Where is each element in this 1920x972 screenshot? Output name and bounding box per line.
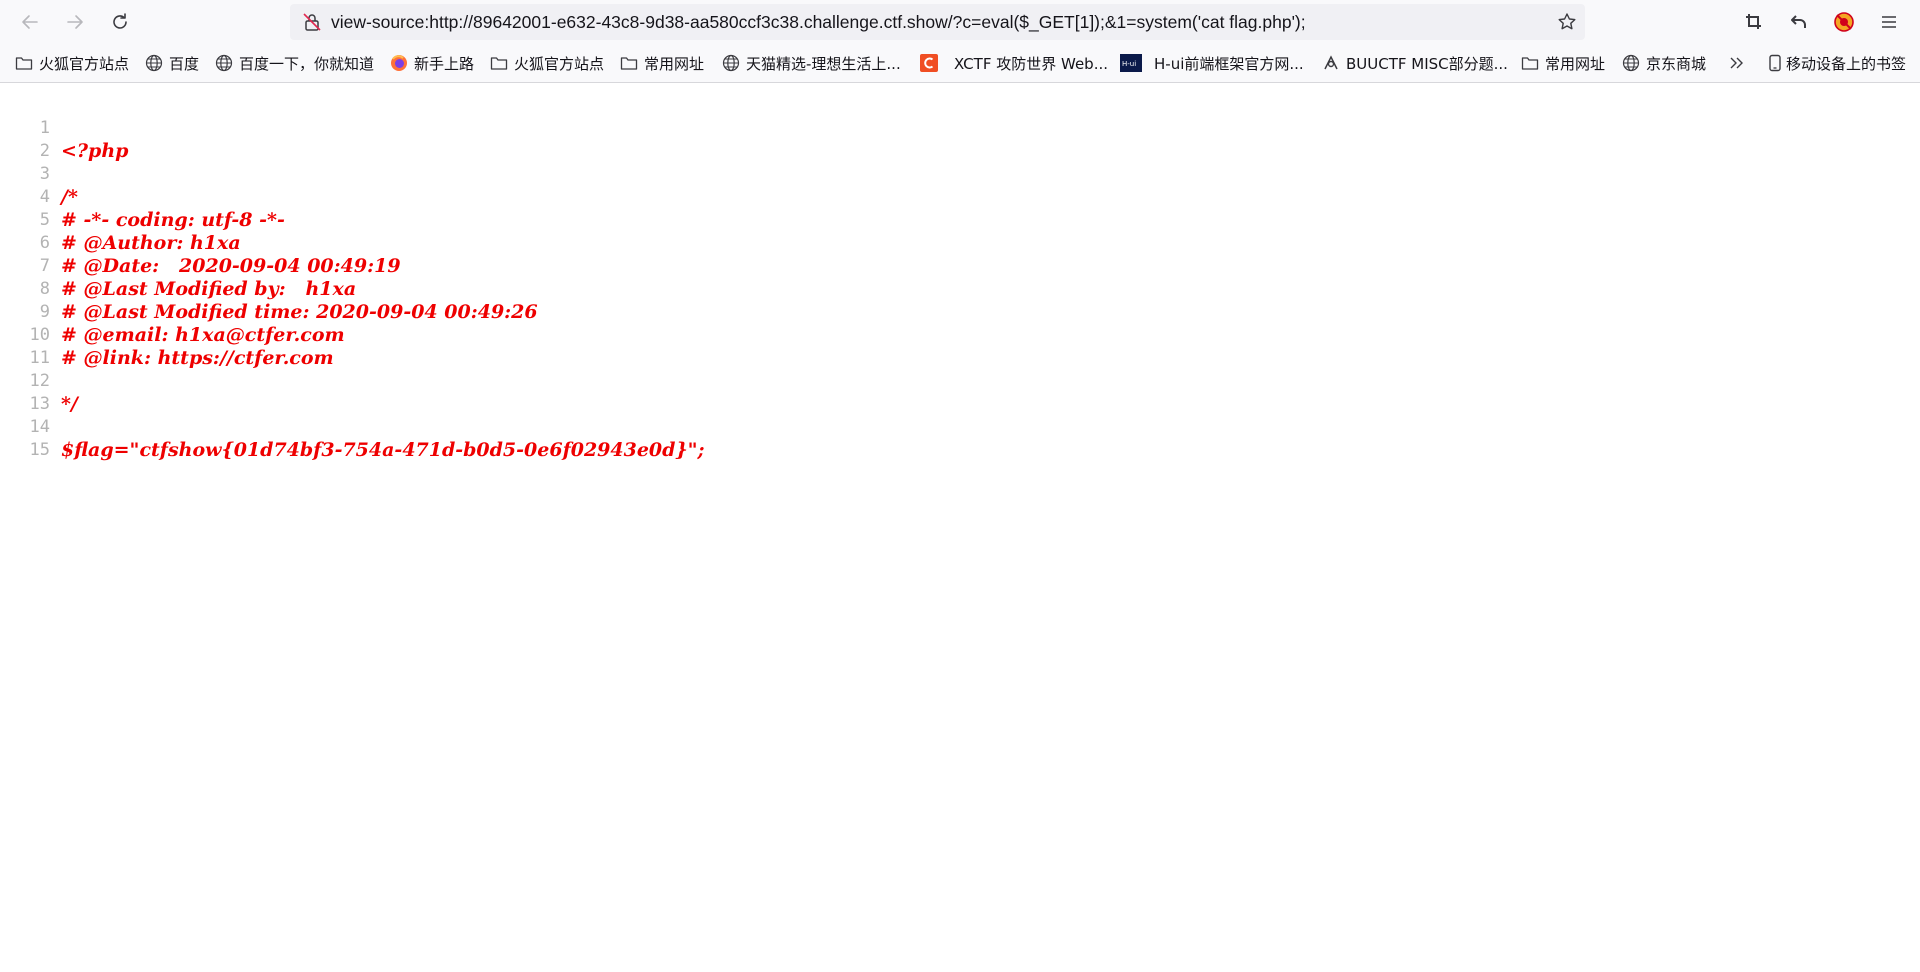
bookmark-item[interactable]: 火狐官方站点 xyxy=(490,44,604,82)
source-line: 10 # @link: https://ctfer.com xyxy=(0,301,334,369)
navigation-toolbar: view-source:http://89642001-e632-43c8-9d… xyxy=(0,0,1920,44)
source-line: 9 # @email: h1xa@ctfer.com xyxy=(0,278,345,346)
source-line: 15 xyxy=(0,416,50,460)
insecure-lock-icon[interactable] xyxy=(302,12,322,32)
bookmark-label: 京东商城 xyxy=(1646,54,1707,73)
bookmark-label: 常用网址 xyxy=(1545,54,1606,73)
undo-button[interactable] xyxy=(1787,10,1811,34)
globe-icon xyxy=(215,54,233,72)
bookmark-label: 火狐官方站点 xyxy=(514,54,605,73)
source-line: 14 $flag="ctfshow{01d74bf3-754a-471d-b0d… xyxy=(0,393,705,461)
folder-icon xyxy=(1521,57,1539,70)
arrow-left-icon xyxy=(22,15,38,29)
bookmarks-toolbar: 火狐官方站点 百度 百度一下，你就知道 新手上路 火狐官方站点 常用网址 天猫精… xyxy=(0,44,1920,83)
source-line: 5 # @Author: h1xa xyxy=(0,186,241,254)
extension-icon xyxy=(1834,12,1854,32)
svg-text:H-ui: H-ui xyxy=(1122,60,1136,68)
firefox-icon xyxy=(391,55,407,71)
line-code: # -*- coding: utf-8 -*- xyxy=(61,209,285,231)
reload-icon xyxy=(113,13,127,29)
bookmark-item[interactable]: 火狐官方站点 xyxy=(15,44,129,82)
source-line: 2 xyxy=(0,117,50,161)
bookmark-label: 常用网址 xyxy=(644,54,705,73)
bookmark-item[interactable]: 京东商城 xyxy=(1622,44,1706,82)
bookmark-label: 移动设备上的书签 xyxy=(1786,54,1907,73)
hui-icon: H-ui xyxy=(1120,54,1142,72)
globe-icon xyxy=(722,54,740,72)
bookmark-item[interactable]: 常用网址 xyxy=(1521,44,1605,82)
bookmarks-overflow-button[interactable] xyxy=(1728,44,1752,82)
bookmark-label: BUUCTF MISC部分题... xyxy=(1346,54,1508,73)
mobile-icon xyxy=(1769,54,1781,72)
bookmark-item[interactable]: H-ui H-ui前端框架官方网... xyxy=(1120,44,1304,82)
url-text[interactable]: view-source:http://89642001-e632-43c8-9d… xyxy=(331,4,1306,40)
page-source-view: 1 <?php 2 3 /* 4 # -*- coding: utf-8 -*-… xyxy=(0,83,1920,972)
menu-button[interactable] xyxy=(1877,10,1901,34)
folder-icon xyxy=(490,57,508,70)
bookmark-label: H-ui前端框架官方网... xyxy=(1154,54,1304,73)
bookmark-label: 天猫精选-理想生活上... xyxy=(746,54,901,73)
bookmark-label: 百度一下，你就知道 xyxy=(239,54,375,73)
source-line: 4 # -*- coding: utf-8 -*- xyxy=(0,163,285,231)
globe-icon xyxy=(145,54,163,72)
folder-icon xyxy=(620,57,638,70)
line-code: # @Date: 2020-09-04 00:49:19 xyxy=(61,255,401,277)
line-number: 15 xyxy=(29,440,50,460)
undo-icon xyxy=(1791,15,1806,28)
source-line: 6 # @Date: 2020-09-04 00:49:19 xyxy=(0,209,401,277)
arrow-right-icon xyxy=(67,15,83,29)
line-code: # @link: https://ctfer.com xyxy=(61,347,334,369)
chevron-double-right-icon xyxy=(1730,57,1743,69)
extension-button[interactable] xyxy=(1832,10,1856,34)
buuctf-icon xyxy=(1324,55,1338,70)
crop-button[interactable] xyxy=(1742,10,1766,34)
line-code: # @email: h1xa@ctfer.com xyxy=(61,324,345,346)
bookmark-item[interactable]: 新手上路 xyxy=(390,44,474,82)
line-code: <?php xyxy=(61,140,129,162)
browser-window: view-source:http://89642001-e632-43c8-9d… xyxy=(0,0,1920,972)
source-line: 13 xyxy=(0,370,50,414)
menu-icon xyxy=(1882,16,1896,28)
bookmark-label: 百度 xyxy=(169,54,200,73)
reload-button[interactable] xyxy=(104,6,136,38)
line-code: # @Author: h1xa xyxy=(61,232,241,254)
line-code: # @Last Modified by: h1xa xyxy=(61,278,357,300)
globe-icon xyxy=(1622,54,1640,72)
source-line: 1 <?php xyxy=(0,94,129,162)
line-code: */ xyxy=(61,393,78,415)
bookmark-label: XCTF 攻防世界 Web... xyxy=(954,54,1108,73)
bookmark-star-icon[interactable] xyxy=(1557,12,1577,32)
source-line: 3 /* xyxy=(0,140,78,208)
bookmark-item[interactable]: XCTF 攻防世界 Web... xyxy=(920,44,1108,82)
folder-icon xyxy=(15,57,33,70)
bookmark-label: 火狐官方站点 xyxy=(39,54,130,73)
bookmark-item[interactable]: 百度 xyxy=(145,44,199,82)
bookmark-item[interactable]: 天猫精选-理想生活上... xyxy=(722,44,901,82)
line-code: /* xyxy=(61,186,78,208)
source-line: 11 xyxy=(0,324,50,368)
back-button[interactable] xyxy=(14,6,46,38)
line-code: $flag="ctfshow{01d74bf3-754a-471d-b0d5-0… xyxy=(61,439,705,461)
source-line: 12 */ xyxy=(0,347,78,415)
forward-button[interactable] xyxy=(59,6,91,38)
mobile-bookmarks-button[interactable]: 移动设备上的书签 xyxy=(1766,44,1906,82)
bookmark-item[interactable]: BUUCTF MISC部分题... xyxy=(1322,44,1508,82)
bookmark-item[interactable]: 百度一下，你就知道 xyxy=(215,44,374,82)
bookmark-item[interactable]: 常用网址 xyxy=(620,44,704,82)
source-line: 7 # @Last Modified by: h1xa xyxy=(0,232,356,300)
crop-icon xyxy=(1746,14,1761,29)
line-code: # @Last Modified time: 2020-09-04 00:49:… xyxy=(61,301,538,323)
source-line: 8 # @Last Modified time: 2020-09-04 00:4… xyxy=(0,255,538,323)
address-bar[interactable]: view-source:http://89642001-e632-43c8-9d… xyxy=(290,4,1585,40)
bookmark-label: 新手上路 xyxy=(414,54,475,73)
xctf-icon xyxy=(920,54,938,72)
